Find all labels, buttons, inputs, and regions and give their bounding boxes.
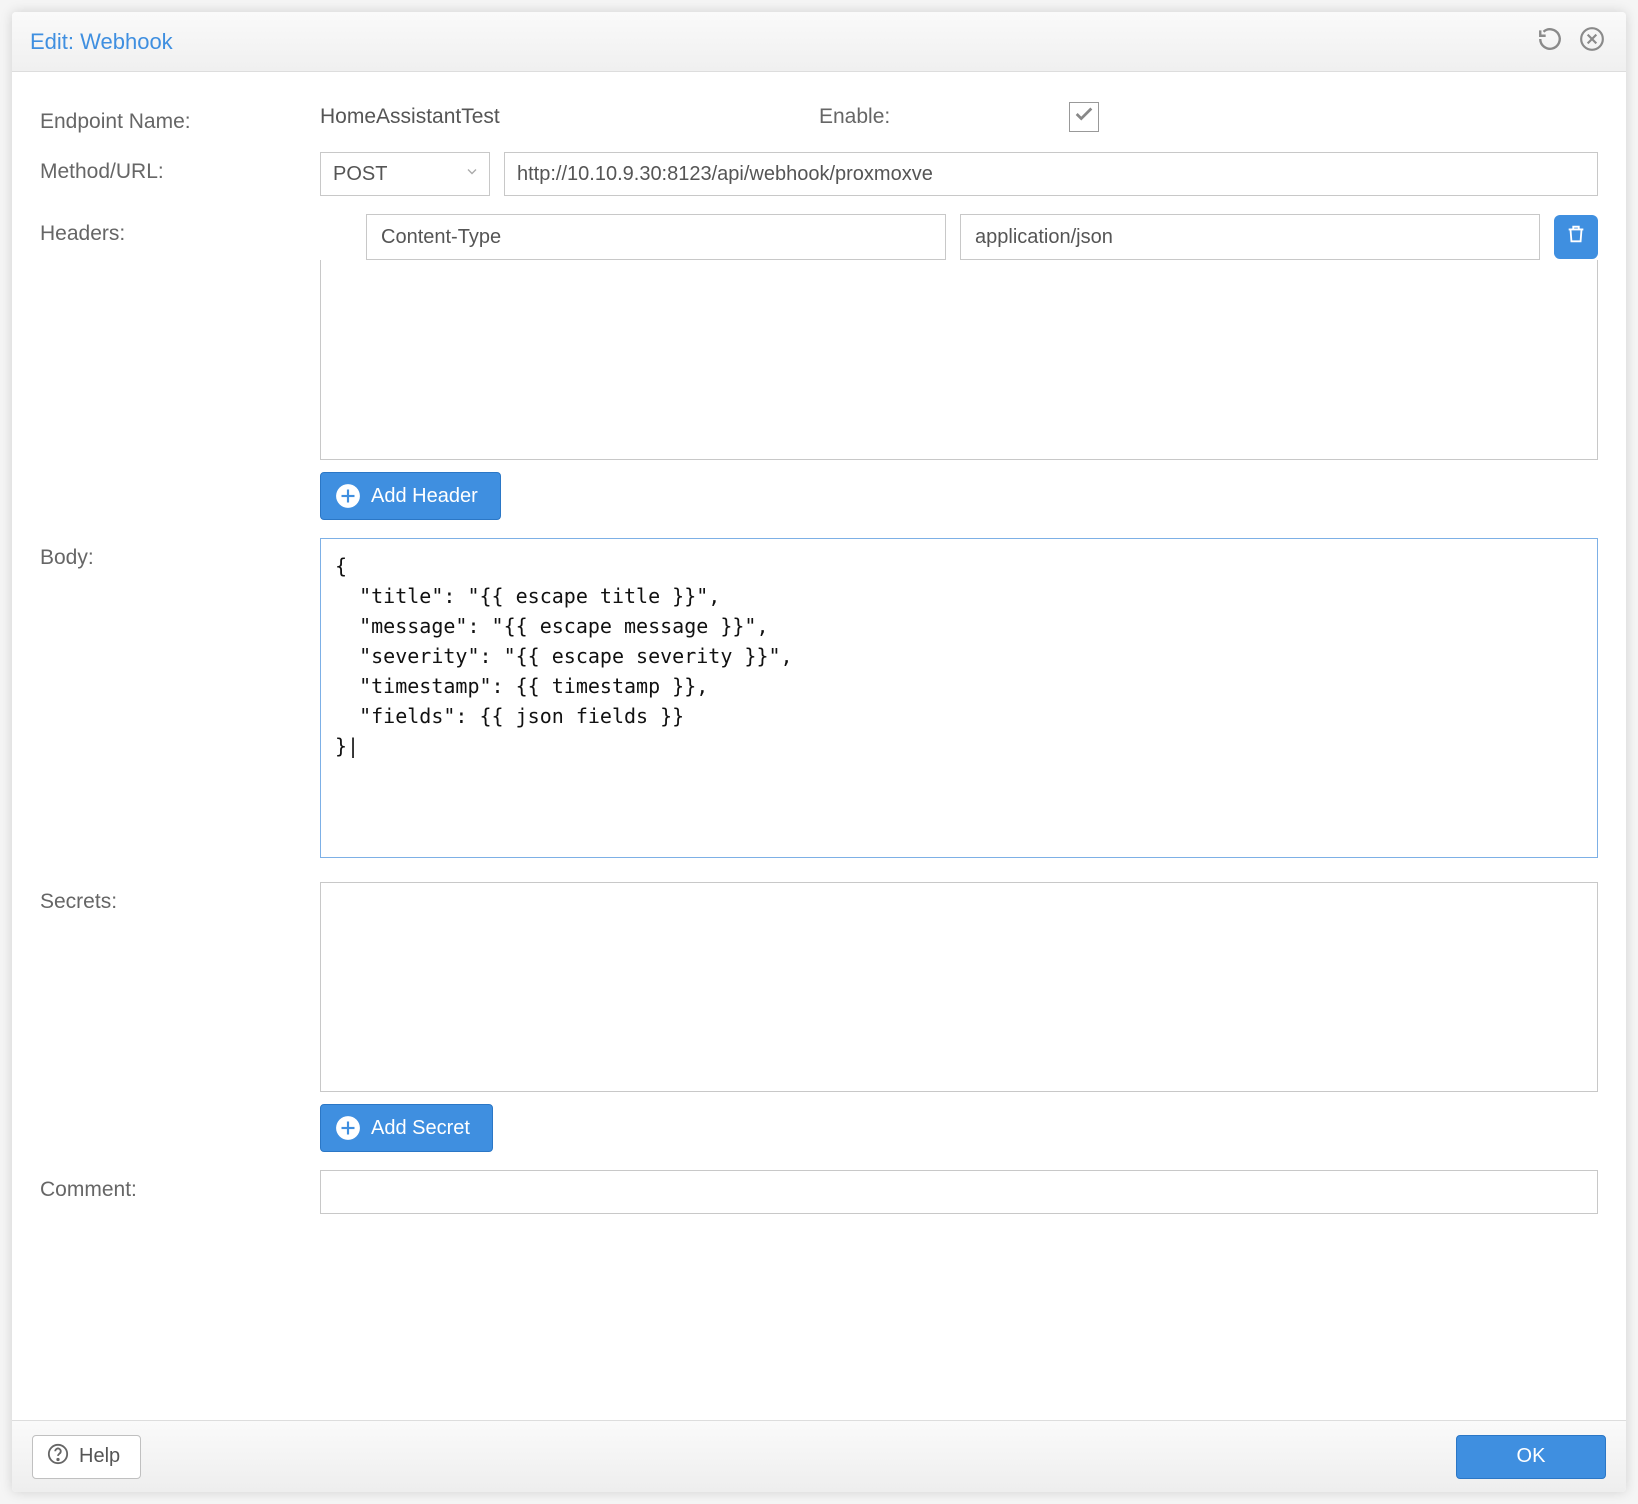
trash-icon — [1565, 223, 1587, 251]
url-input[interactable] — [504, 152, 1598, 196]
endpoint-name-label: Endpoint Name: — [40, 102, 320, 134]
secrets-row: Secrets: Add Secret — [40, 882, 1598, 1152]
close-icon — [1579, 26, 1605, 58]
add-secret-label: Add Secret — [371, 1117, 470, 1140]
dialog-header: Edit: Webhook — [12, 12, 1626, 72]
body-label: Body: — [40, 538, 320, 570]
endpoint-name-row: Endpoint Name: HomeAssistantTest Enable: — [40, 102, 1598, 134]
close-button[interactable] — [1576, 26, 1608, 58]
undo-icon — [1537, 26, 1563, 58]
headers-list-box — [320, 260, 1598, 460]
header-entry: Content-Type application/json — [320, 214, 1598, 260]
dialog-footer: Help OK — [12, 1420, 1626, 1492]
secrets-list-box — [320, 882, 1598, 1092]
dialog-title: Edit: Webhook — [30, 29, 1524, 55]
method-value[interactable] — [320, 152, 490, 196]
header-key-input[interactable]: Content-Type — [366, 214, 946, 260]
enable-checkbox[interactable] — [1069, 102, 1099, 132]
add-secret-button[interactable]: Add Secret — [320, 1104, 493, 1152]
body-row: Body: — [40, 538, 1598, 864]
comment-input[interactable] — [320, 1170, 1598, 1214]
plus-circle-icon — [335, 483, 361, 509]
form-body: Endpoint Name: HomeAssistantTest Enable:… — [12, 72, 1626, 1420]
comment-label: Comment: — [40, 1170, 320, 1202]
secrets-label: Secrets: — [40, 882, 320, 914]
ok-button[interactable]: OK — [1456, 1435, 1606, 1479]
plus-circle-icon — [335, 1115, 361, 1141]
check-icon — [1073, 103, 1095, 131]
add-header-label: Add Header — [371, 485, 478, 508]
body-textarea[interactable] — [320, 538, 1598, 858]
headers-label: Headers: — [40, 214, 320, 246]
comment-row: Comment: — [40, 1170, 1598, 1214]
method-select[interactable] — [320, 152, 490, 196]
method-url-label: Method/URL: — [40, 152, 320, 184]
delete-header-button[interactable] — [1554, 215, 1598, 259]
add-header-button[interactable]: Add Header — [320, 472, 501, 520]
header-value-input[interactable]: application/json — [960, 214, 1540, 260]
reset-button[interactable] — [1534, 26, 1566, 58]
help-label: Help — [79, 1445, 120, 1468]
endpoint-name-value: HomeAssistantTest — [320, 105, 819, 129]
edit-webhook-dialog: Edit: Webhook Endpoint Name: HomeAssista… — [12, 12, 1626, 1492]
help-button[interactable]: Help — [32, 1435, 141, 1479]
method-url-row: Method/URL: — [40, 152, 1598, 196]
help-icon — [47, 1443, 69, 1471]
enable-label: Enable: — [819, 105, 1069, 129]
headers-row: Headers: Content-Type application/json — [40, 214, 1598, 520]
